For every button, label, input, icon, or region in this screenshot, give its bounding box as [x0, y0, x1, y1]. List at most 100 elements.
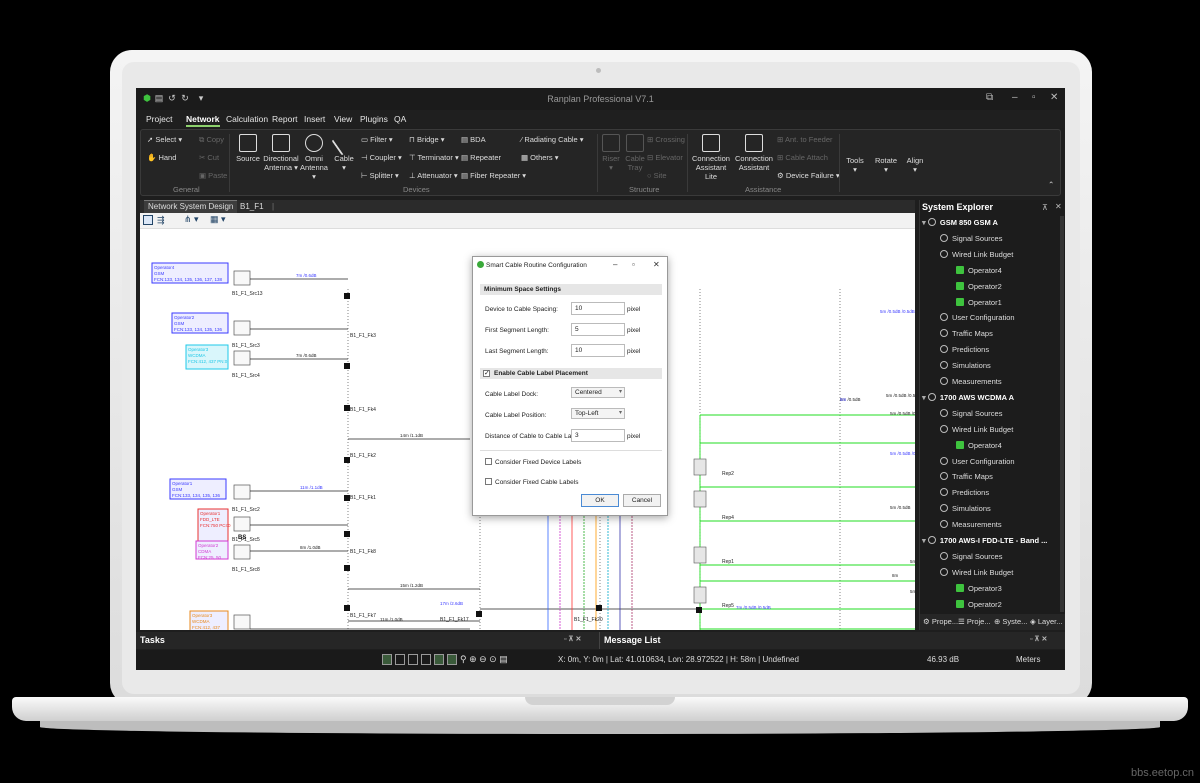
tab-layer[interactable]: ◈ Layer...: [1030, 617, 1062, 626]
repeater-device[interactable]: [693, 586, 707, 604]
splitter-device[interactable]: [344, 605, 350, 611]
grid-icon[interactable]: [395, 654, 405, 665]
cable-button[interactable]: Cable ▾: [331, 130, 357, 172]
explorer-tree-item[interactable]: Operator4: [956, 440, 1002, 450]
ant-to-feeder-button[interactable]: ⊞ Ant. to Feeder: [777, 135, 833, 144]
layer-toggle-icon[interactable]: [447, 654, 457, 665]
menu-calculation[interactable]: Calculation: [226, 114, 268, 124]
explorer-tree-item[interactable]: Operator2: [956, 281, 1002, 291]
tab-b1-f1[interactable]: B1_F1: [236, 202, 268, 211]
tools-button[interactable]: Tools ▾: [841, 156, 869, 174]
enable-cable-label-checkbox[interactable]: [483, 369, 490, 377]
splitter-device[interactable]: [344, 565, 350, 571]
menu-plugins[interactable]: Plugins: [360, 114, 388, 124]
select-button[interactable]: ➚ Select ▾: [147, 135, 182, 144]
rotate-button[interactable]: Rotate ▾: [871, 156, 901, 174]
menu-insert[interactable]: Insert: [304, 114, 325, 124]
attenuator-button[interactable]: ⊥ Attenuator ▾: [409, 171, 458, 180]
site-button[interactable]: ○ Site: [647, 171, 667, 180]
splitter-button[interactable]: ⊢ Splitter ▾: [361, 171, 399, 180]
repeater-button[interactable]: ▤ Repeater: [461, 153, 501, 162]
snap-icon[interactable]: [408, 654, 418, 665]
source-device[interactable]: [233, 320, 251, 336]
fixed-device-labels-checkbox[interactable]: [485, 458, 492, 465]
explorer-tree-item[interactable]: User Configuration: [940, 313, 1015, 322]
explorer-band-node[interactable]: ▾ GSM 850 GSM A: [922, 218, 998, 227]
message-panel-controls[interactable]: ▫ ⊼ ✕: [1030, 635, 1047, 643]
cut-button[interactable]: ✂ Cut: [199, 153, 219, 162]
tab-properties[interactable]: ⚙ Prope...: [923, 617, 958, 626]
explorer-tree-item[interactable]: Predictions: [940, 345, 989, 354]
filter-button[interactable]: ▭ Filter ▾: [361, 135, 393, 144]
splitter-device[interactable]: [344, 363, 350, 369]
bridge-button[interactable]: ⊓ Bridge ▾: [409, 135, 444, 144]
expand-toggle-icon[interactable]: ▾: [922, 393, 928, 402]
grid-layout-icon[interactable]: ▦ ▾: [210, 214, 226, 225]
splitter-device[interactable]: [344, 531, 350, 537]
pin-icon[interactable]: ⊼: [1042, 203, 1048, 212]
others-button[interactable]: ▦ Others ▾: [521, 153, 559, 162]
explorer-tree-item[interactable]: Operator4: [956, 265, 1002, 275]
zoom-tools[interactable]: ⚲ ⊕ ⊖ ⊙ ▤: [460, 654, 508, 665]
explorer-tree-item[interactable]: Simulations: [940, 504, 991, 513]
dialog-minimize-icon[interactable]: –: [613, 260, 617, 269]
explorer-tree-item[interactable]: Traffic Maps: [940, 472, 993, 481]
menu-qa[interactable]: QA: [394, 114, 406, 124]
repeater-device[interactable]: [693, 458, 707, 476]
explorer-band-node[interactable]: ▾ 1700 AWS-I FDD-LTE - Band ...: [922, 536, 1047, 545]
expand-toggle-icon[interactable]: ▾: [922, 218, 928, 227]
explorer-tree-item[interactable]: Measurements: [940, 520, 1002, 529]
explorer-tree-item[interactable]: Signal Sources: [940, 408, 1002, 418]
close-icon[interactable]: ✕: [1050, 92, 1058, 103]
explorer-tree-item[interactable]: Traffic Maps: [940, 329, 993, 338]
explorer-tree-item[interactable]: Operator1: [956, 297, 1002, 307]
tree-layout-icon[interactable]: ⇶: [157, 215, 165, 226]
cable-attach-button[interactable]: ⊞ Cable Attach: [777, 153, 828, 162]
explorer-tree-item[interactable]: Wired Link Budget: [940, 249, 1013, 259]
explorer-tree-item[interactable]: Signal Sources: [940, 233, 1002, 243]
align-button[interactable]: Align ▾: [901, 156, 929, 174]
explorer-tree-item[interactable]: Wired Link Budget: [940, 567, 1013, 577]
tab-project[interactable]: ☰ Proje...: [958, 617, 991, 626]
first-segment-length-input[interactable]: 5: [571, 323, 625, 336]
device-failure-button[interactable]: ⚙ Device Failure ▾: [777, 171, 840, 180]
hand-button[interactable]: ✋ Hand: [147, 153, 176, 162]
tab-network-system-design[interactable]: Network System Design: [144, 200, 238, 213]
menu-project[interactable]: Project: [146, 114, 172, 124]
source-device[interactable]: [233, 516, 251, 532]
explorer-tree-item[interactable]: Operator3: [956, 583, 1002, 593]
directional-antenna-button[interactable]: Directional Antenna ▾: [263, 134, 299, 172]
branch-layout-icon[interactable]: ⋔ ▾: [184, 214, 199, 225]
radiating-cable-button[interactable]: ⁄ Radiating Cable ▾: [521, 135, 584, 144]
dialog-maximize-icon[interactable]: ▫: [632, 260, 635, 269]
menu-view[interactable]: View: [334, 114, 352, 124]
copy-button[interactable]: ⧉ Copy: [199, 135, 224, 145]
bda-button[interactable]: ▤ BDA: [461, 135, 486, 144]
explorer-tree-item[interactable]: Predictions: [940, 488, 989, 497]
cable-tray-button[interactable]: Cable Tray: [623, 134, 647, 172]
splitter-device[interactable]: [344, 293, 350, 299]
collapse-ribbon-icon[interactable]: ⌃: [1048, 180, 1054, 189]
omni-antenna-button[interactable]: Omni Antenna ▾: [299, 134, 329, 181]
source-device[interactable]: [233, 484, 251, 500]
crossing-button[interactable]: ⊞ Crossing: [647, 135, 685, 144]
tasks-panel-controls[interactable]: ▫ ⊼ ✕: [564, 635, 581, 643]
layout-tool-icon[interactable]: [143, 215, 153, 225]
explorer-tree-item[interactable]: Simulations: [940, 361, 991, 370]
last-segment-length-input[interactable]: 10: [571, 344, 625, 357]
elevator-button[interactable]: ⊟ Elevator: [647, 153, 683, 162]
source-button[interactable]: Source: [233, 134, 263, 163]
cable-label-position-select[interactable]: Top-Left: [571, 408, 625, 419]
source-device[interactable]: [233, 350, 251, 366]
ok-button[interactable]: OK: [581, 494, 619, 507]
layer-toggle-icon[interactable]: [434, 654, 444, 665]
coupler-button[interactable]: ⊣ Coupler ▾: [361, 153, 402, 162]
repeater-device[interactable]: [693, 490, 707, 508]
source-device[interactable]: [233, 544, 251, 560]
explorer-tree-item[interactable]: Signal Sources: [940, 551, 1002, 561]
source-device[interactable]: [233, 270, 251, 286]
draw-tool-icon[interactable]: [382, 654, 392, 665]
menu-network[interactable]: Network: [186, 114, 220, 127]
splitter-device[interactable]: [696, 607, 702, 613]
dialog-close-icon[interactable]: ✕: [653, 260, 660, 269]
